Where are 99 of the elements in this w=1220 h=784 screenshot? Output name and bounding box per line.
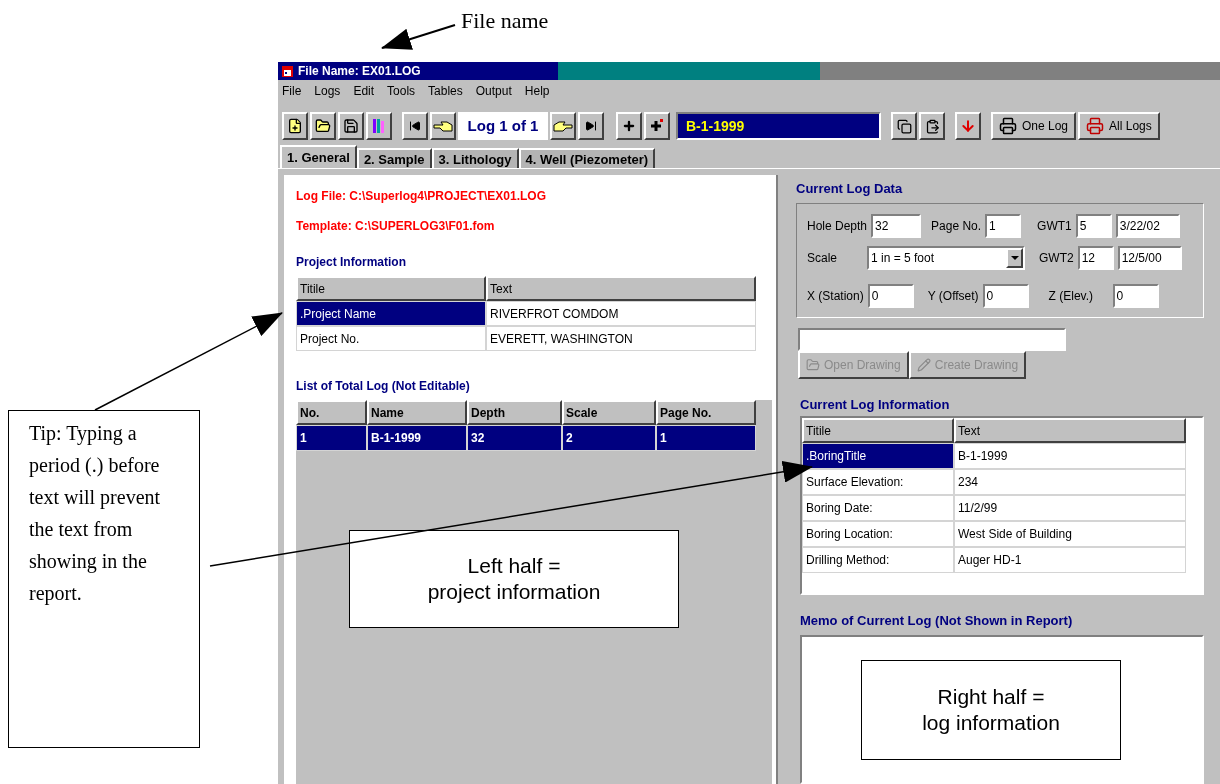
table-cell: West Side of Building (954, 521, 1186, 547)
table-row[interactable]: Boring Location: West Side of Building (802, 521, 1202, 547)
menu-item[interactable]: Tables (428, 82, 463, 100)
table-cell: 11/2/99 (954, 495, 1186, 521)
tip-callout: Tip: Typing a period (.) before text will prevent the text from showing in the report. (8, 410, 200, 748)
books-icon[interactable] (366, 112, 392, 140)
folder-icon[interactable] (310, 112, 336, 140)
input-field[interactable]: 5 (1075, 213, 1112, 238)
field-label: Y (Offset) (927, 287, 979, 305)
save-icon[interactable] (338, 112, 364, 140)
table-cell: 234 (954, 469, 1186, 495)
table-cell: .Project Name (296, 301, 486, 326)
column-header: Page No. (656, 400, 756, 425)
menu-item[interactable]: Output (475, 82, 512, 100)
section-heading: Current Log Information (800, 395, 951, 414)
tab[interactable]: 3. Lithology (431, 148, 519, 168)
printer-icon (999, 117, 1017, 135)
column-header: Titile (296, 276, 486, 301)
table-cell: B-1-1999 (954, 443, 1186, 469)
table-row[interactable]: .Project Name RIVERFROT COMDOM (296, 301, 764, 326)
input-field[interactable]: 12 (1077, 245, 1114, 270)
hand-left-icon[interactable] (430, 112, 456, 140)
input-field[interactable]: 0 (1112, 283, 1159, 308)
column-header: No. (296, 400, 367, 425)
table-row[interactable]: .BoringTitle B-1-1999 (802, 443, 1202, 469)
section-heading: List of Total Log (Not Editable) (296, 378, 471, 395)
table-cell: Project No. (296, 326, 486, 351)
print-button[interactable]: One Log (991, 112, 1077, 140)
left-half-callout: Left half = project information (349, 530, 679, 628)
field-label: Z (Elev.) (1048, 287, 1095, 305)
log-name-field[interactable]: B-1-1999 (676, 112, 881, 140)
print-button[interactable]: All Logs (1078, 112, 1160, 140)
table-row[interactable]: Surface Elevation: 234 (802, 469, 1202, 495)
drawing-path-field[interactable] (798, 327, 1066, 351)
table-cell: B-1-1999 (367, 425, 467, 451)
input-field[interactable]: 3/22/02 (1115, 213, 1180, 238)
input-field[interactable]: 1 (985, 213, 1022, 238)
window-title: File Name: EX01.LOG (298, 63, 421, 80)
table-cell: .BoringTitle (802, 443, 954, 469)
column-header: Depth (467, 400, 562, 425)
tab[interactable]: 4. Well (Piezometer) (518, 148, 656, 168)
table-cell: RIVERFROT COMDOM (486, 301, 756, 326)
menu-item[interactable]: Edit (353, 82, 375, 100)
column-header: Name (367, 400, 467, 425)
input-field[interactable]: 0 (867, 283, 914, 308)
plus-icon[interactable] (644, 112, 670, 140)
table-row[interactable]: Boring Date: 11/2/99 (802, 495, 1202, 521)
column-header: Titile (802, 418, 954, 443)
table-cell: Boring Location: (802, 521, 954, 547)
menu-item[interactable]: Help (524, 82, 550, 100)
folder-icon (806, 357, 820, 372)
table-cell: Surface Elevation: (802, 469, 954, 495)
table-row[interactable]: Project No. EVERETT, WASHINGTON (296, 326, 764, 351)
template-path: Template: C:\SUPERLOG3\F01.fom (296, 218, 496, 235)
column-header: Scale (562, 400, 656, 425)
column-header: Text (486, 276, 756, 301)
input-field[interactable]: 32 (871, 213, 922, 238)
menu-item[interactable]: Logs (314, 82, 341, 100)
input-field[interactable]: 0 (982, 283, 1029, 308)
file-name-label: File name (461, 7, 549, 35)
table-row[interactable]: 1 B-1-1999 32 2 1 (296, 425, 772, 451)
input-field[interactable]: 12/5/00 (1117, 245, 1182, 270)
section-heading: Current Log Data (796, 180, 904, 198)
table-cell: 32 (467, 425, 562, 451)
table-cell: Auger HD-1 (954, 547, 1186, 573)
paste-icon[interactable] (919, 112, 945, 140)
first-icon[interactable] (402, 112, 428, 140)
log-counter: Log 1 of 1 (458, 112, 548, 140)
right-half-callout: Right half = log information (861, 660, 1121, 760)
tab[interactable]: 1. General (280, 145, 357, 168)
field-label: Hole Depth (807, 217, 868, 235)
table-cell: Boring Date: (802, 495, 954, 521)
table-cell: EVERETT, WASHINGTON (486, 326, 756, 351)
menu-item[interactable]: File (282, 82, 302, 100)
table-cell: 2 (562, 425, 656, 451)
field-label: GWT1 (1037, 217, 1072, 235)
scale-dropdown[interactable]: 1 in = 5 foot (867, 245, 1025, 270)
field-label: Page No. (931, 217, 982, 235)
caret-icon (1006, 247, 1023, 268)
copy-icon[interactable] (891, 112, 917, 140)
column-header: Text (954, 418, 1186, 443)
menu-item[interactable]: Tools (387, 82, 416, 100)
section-heading: Memo of Current Log (Not Shown in Report) (800, 612, 1074, 630)
hand-right-icon[interactable] (550, 112, 576, 140)
section-heading: Project Information (296, 254, 407, 271)
table-cell: Drilling Method: (802, 547, 954, 573)
log-file-path: Log File: C:\Superlog4\PROJECT\EX01.LOG (296, 188, 548, 205)
tab[interactable]: 2. Sample (356, 148, 432, 168)
last-icon[interactable] (578, 112, 604, 140)
field-label: GWT2 (1039, 249, 1074, 267)
table-cell: 1 (656, 425, 756, 451)
table-row[interactable]: Drilling Method: Auger HD-1 (802, 547, 1202, 573)
printer-icon (1086, 117, 1105, 135)
field-label: Scale (807, 249, 839, 267)
new-file-icon[interactable] (282, 112, 308, 140)
pencil-icon (916, 357, 931, 372)
table-cell: 1 (296, 425, 367, 451)
field-label: X (Station) (807, 287, 864, 305)
plus-icon[interactable] (616, 112, 642, 140)
